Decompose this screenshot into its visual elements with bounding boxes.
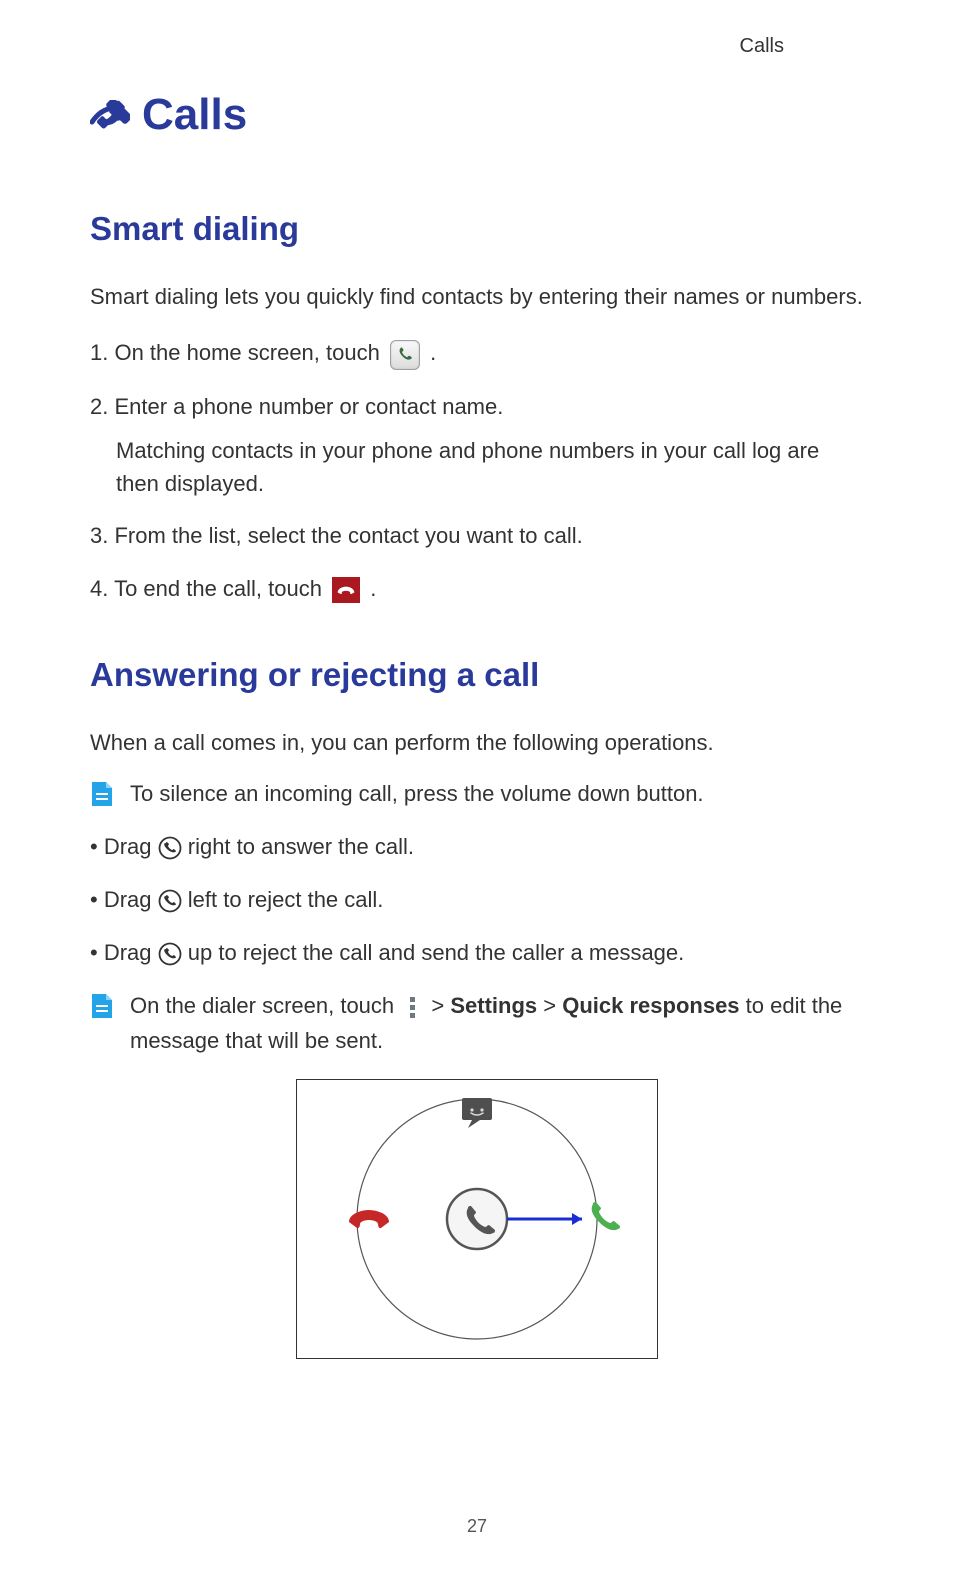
step-2-main: 2. Enter a phone number or contact name. [90,394,503,419]
incoming-call-handle-icon [158,942,182,966]
page-container: Calls Calls Smart dialing Smart dialing … [0,0,954,1577]
step-1: 1. On the home screen, touch . [90,335,864,370]
bullet-reject-msg-post: up to reject the call and send the calle… [188,940,685,965]
note-quick-responses: On the dialer screen, touch > Settings >… [90,988,864,1058]
qr-part1: On the dialer screen, touch [130,993,400,1018]
bullet-reject-post: left to reject the call. [188,887,384,912]
step-4: 4. To end the call, touch . [90,571,864,606]
chapter-heading: Calls [90,90,864,140]
figure-incoming-call [90,1079,864,1359]
bullet-answer-pre: Drag [104,834,158,859]
note-doc-icon [90,780,114,808]
overflow-menu-icon [406,997,419,1018]
step-1-text-pre: 1. On the home screen, touch [90,340,386,365]
qr-gt2: > [537,993,562,1018]
step-2: 2. Enter a phone number or contact name.… [90,389,864,500]
bullet-answer: Drag right to answer the call. [90,829,864,864]
bullet-reject-msg: Drag up to reject the call and send the … [90,935,864,970]
bullet-reject-pre: Drag [104,887,158,912]
bullet-answer-post: right to answer the call. [188,834,414,859]
bullet-reject: Drag left to reject the call. [90,882,864,917]
chapter-title-text: Calls [142,90,247,140]
qr-bold-quick: Quick responses [562,993,739,1018]
note-silence-text: To silence an incoming call, press the v… [130,776,864,811]
running-header: Calls [740,35,784,58]
phone-chapter-icon [90,97,130,133]
qr-bold-settings: Settings [450,993,537,1018]
dialer-app-icon [390,340,420,370]
end-call-icon [332,577,360,603]
step-3: 3. From the list, select the contact you… [90,518,864,553]
page-number: 27 [0,1516,954,1537]
incoming-call-handle-icon [158,889,182,913]
answering-intro: When a call comes in, you can perform th… [90,724,864,761]
figure-box [296,1079,658,1359]
step-4-text-pre: 4. To end the call, touch [90,576,328,601]
bullet-reject-msg-pre: Drag [104,940,158,965]
incoming-call-handle-icon [158,836,182,860]
qr-gt1: > [431,993,450,1018]
note-quick-responses-text: On the dialer screen, touch > Settings >… [130,988,864,1058]
step-1-text-post: . [430,340,436,365]
step-4-text-post: . [370,576,376,601]
note-doc-icon [90,992,114,1020]
note-silence: To silence an incoming call, press the v… [90,776,864,811]
smart-dialing-intro: Smart dialing lets you quickly find cont… [90,278,864,315]
section-heading-answering: Answering or rejecting a call [90,656,864,694]
section-heading-smart-dialing: Smart dialing [90,210,864,248]
step-2-sub: Matching contacts in your phone and phon… [116,434,864,500]
